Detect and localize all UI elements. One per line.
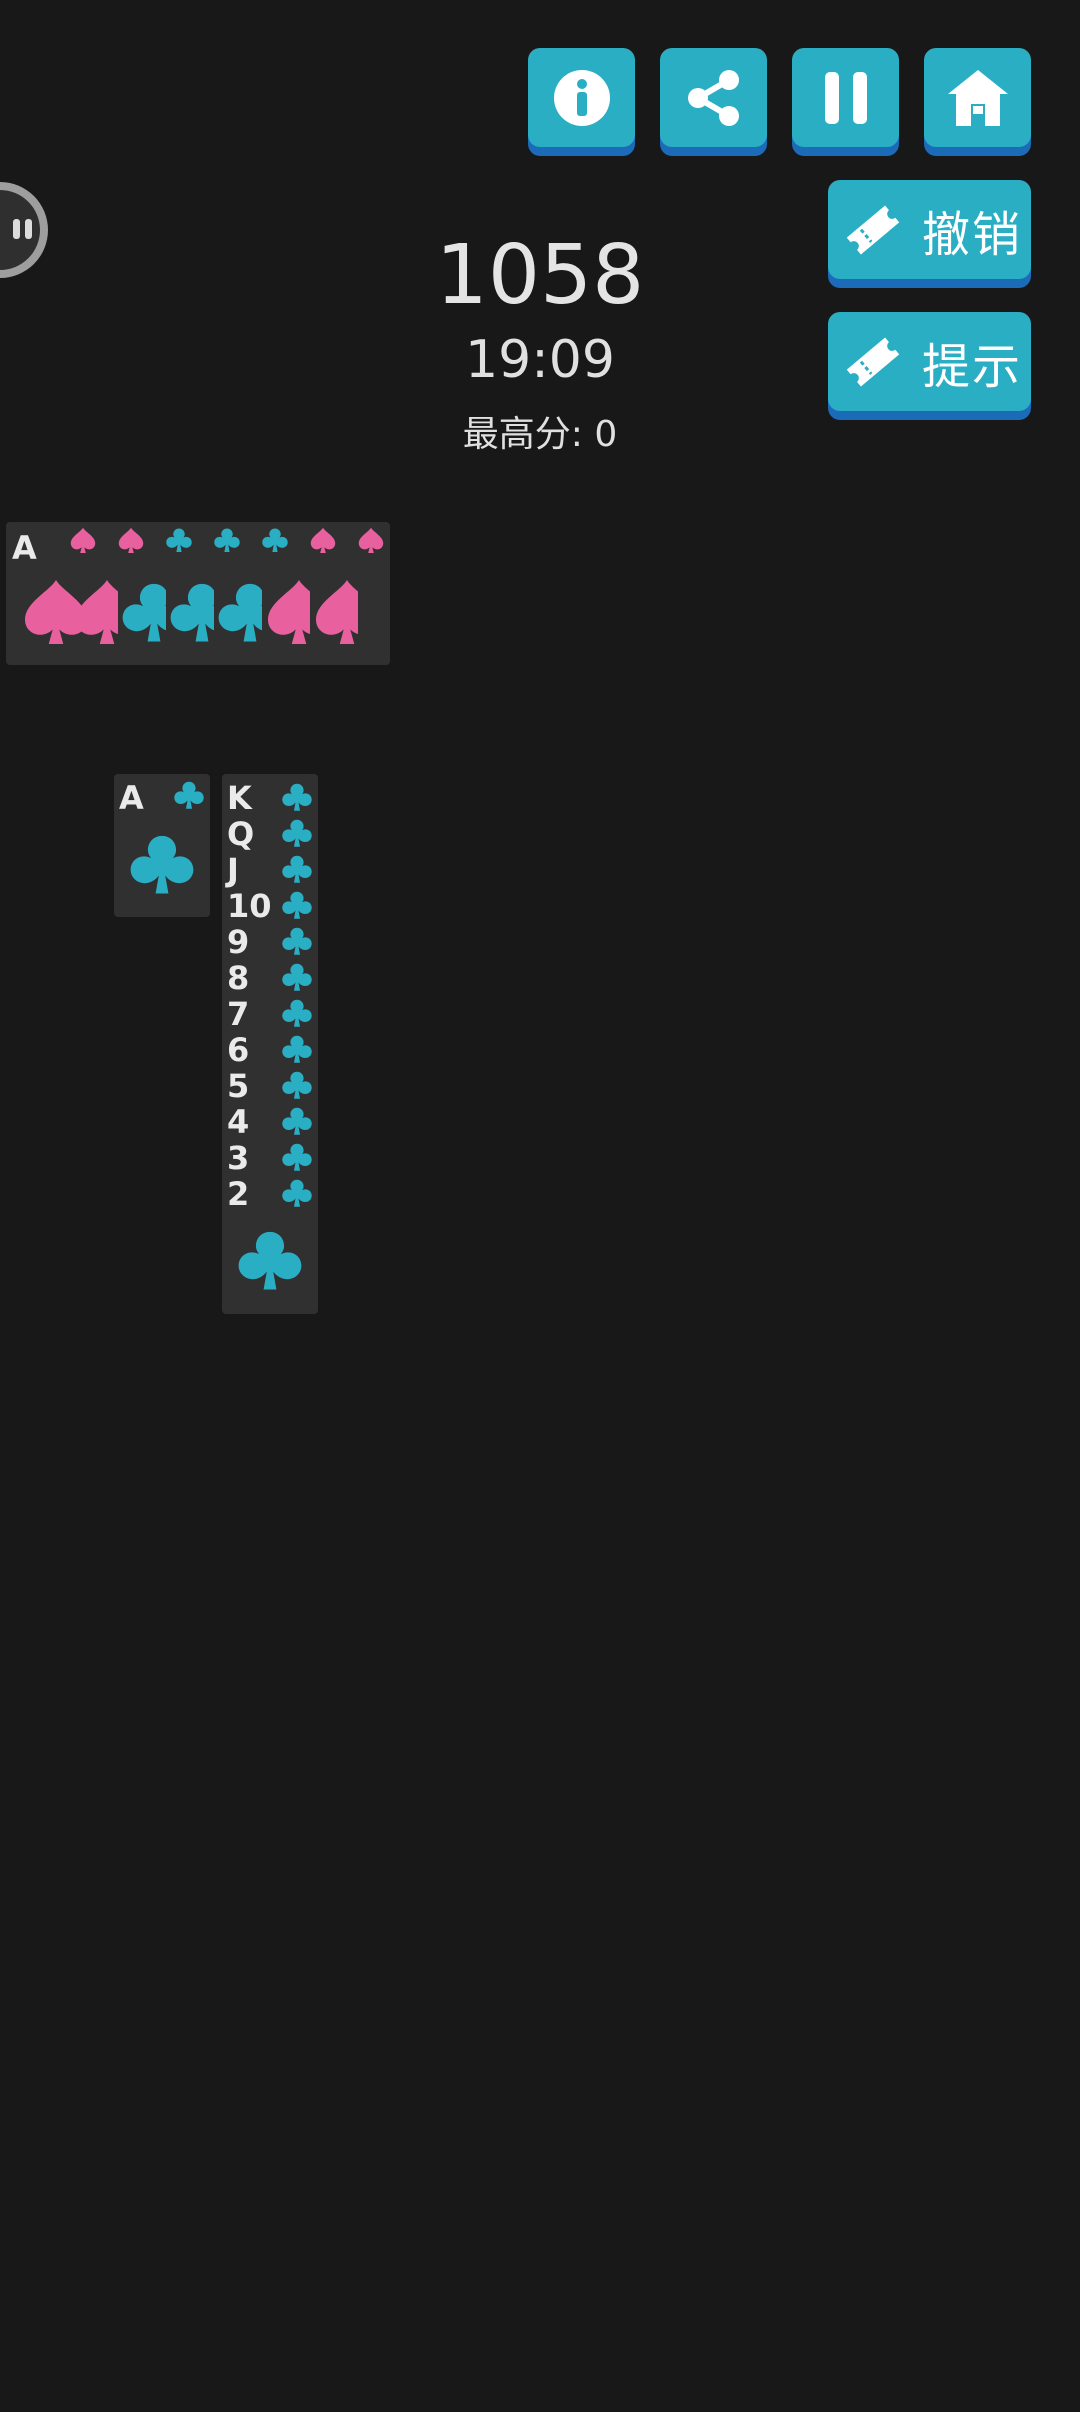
club-icon: [130, 835, 194, 894]
spade-icon: [315, 579, 358, 644]
club-icon: [262, 528, 288, 552]
club-icon: [282, 891, 312, 919]
spade-icon: [358, 527, 384, 553]
info-icon: [553, 69, 610, 126]
club-icon: [282, 819, 312, 847]
completed-suits: [24, 527, 384, 644]
club-icon: [282, 1071, 312, 1099]
share-icon: [687, 69, 739, 126]
spade-icon: [70, 527, 96, 553]
club-icon: [282, 1179, 312, 1207]
tableau-card-ace-clubs[interactable]: A: [114, 774, 210, 917]
club-icon: [282, 1035, 312, 1063]
pause-button[interactable]: [792, 48, 899, 147]
spade-icon: [310, 527, 336, 553]
club-icon: [282, 927, 312, 955]
club-icon: [282, 1143, 312, 1171]
home-button[interactable]: [924, 48, 1031, 147]
club-icon: [282, 999, 312, 1027]
club-icon: [282, 963, 312, 991]
info-button[interactable]: [528, 48, 635, 147]
club-icon: [174, 781, 204, 809]
club-icon: [282, 855, 312, 883]
completed-stack: A: [6, 522, 390, 665]
best-score: 最高分: 0: [462, 414, 618, 455]
home-icon: [947, 69, 1008, 126]
club-icon: [282, 1107, 312, 1135]
club-icon: [238, 1231, 302, 1290]
score: 1058: [435, 228, 645, 323]
pause-icon: [824, 71, 867, 124]
spade-icon: [118, 527, 144, 553]
share-button[interactable]: [660, 48, 767, 147]
timer: 19:09: [465, 330, 615, 390]
tableau-column-clubs-run[interactable]: K Q J 10 9 8 7 6 5 4 3 2: [222, 774, 318, 1314]
club-icon: [166, 528, 192, 552]
club-icon: [214, 528, 240, 552]
club-icon: [282, 783, 312, 811]
